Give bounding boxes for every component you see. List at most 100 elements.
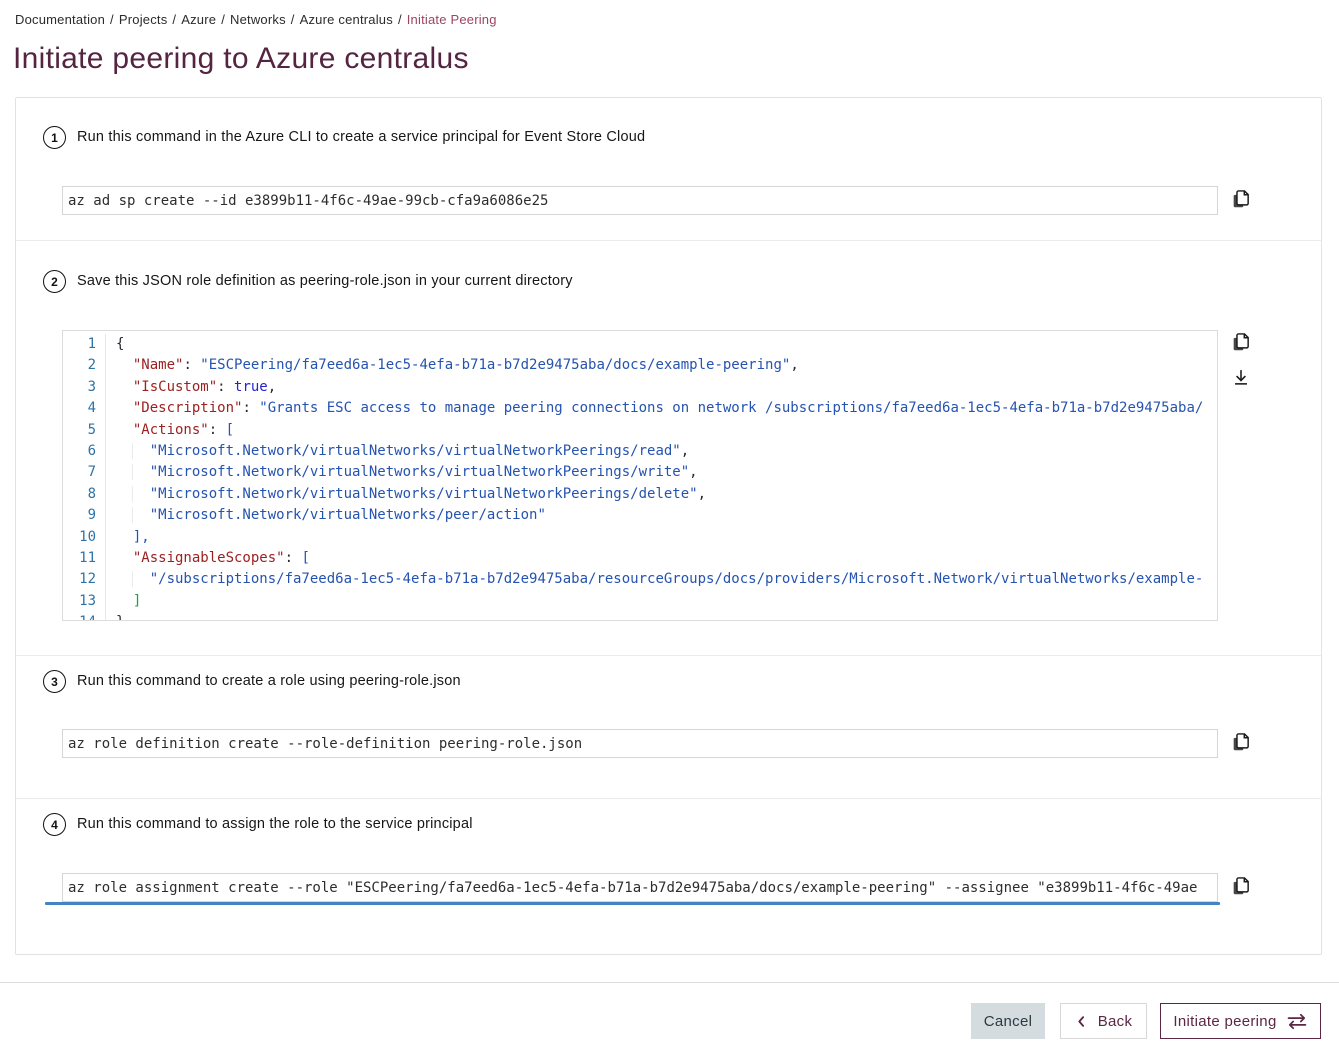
line-content: ] <box>116 593 141 609</box>
line-number: 11 <box>63 548 106 569</box>
breadcrumb-separator: / <box>393 12 407 27</box>
breadcrumb-item[interactable]: Networks <box>230 12 286 27</box>
code-token: "Microsoft.Network/virtualNetworks/virtu… <box>150 464 689 480</box>
indent-guide <box>116 464 133 480</box>
copy-button[interactable] <box>1229 188 1253 212</box>
code-token: , <box>790 357 798 373</box>
step-2-number-label: 2 <box>51 275 58 289</box>
step-4-number: 4 <box>43 813 66 836</box>
line-content: "Microsoft.Network/virtualNetworks/virtu… <box>116 443 689 459</box>
code-token: [ <box>301 550 309 566</box>
step-1-number-label: 1 <box>51 131 58 145</box>
code-token: "IsCustom" <box>133 379 217 395</box>
back-button[interactable]: Back <box>1060 1003 1147 1039</box>
code-line: 8 "Microsoft.Network/virtualNetworks/vir… <box>63 484 1217 505</box>
json-editor-lines: 1{2 "Name": "ESCPeering/fa7eed6a-1ec5-4e… <box>63 334 1217 621</box>
step-3-instruction: Run this command to create a role using … <box>77 673 461 689</box>
section-divider <box>16 655 1321 656</box>
breadcrumb: Documentation/Projects/Azure/Networks/Az… <box>15 12 497 27</box>
code-line: 1{ <box>63 334 1217 355</box>
copy-button[interactable] <box>1229 875 1253 899</box>
code-token: "Actions" <box>133 422 209 438</box>
step-3-code-box: az role definition create --role-definit… <box>62 729 1218 758</box>
code-line: 13 ] <box>63 591 1217 612</box>
indent-guide <box>116 571 133 587</box>
line-content: "Microsoft.Network/virtualNetworks/virtu… <box>116 486 706 502</box>
section-divider <box>16 240 1321 241</box>
chevron-left-icon <box>1075 1015 1088 1028</box>
indent-guide <box>116 507 133 523</box>
step-4-instruction: Run this command to assign the role to t… <box>77 816 473 832</box>
line-content: "Microsoft.Network/virtualNetworks/peer/… <box>116 507 546 523</box>
code-token: ] <box>133 593 141 609</box>
download-json-button[interactable] <box>1229 366 1253 390</box>
code-line: 14} <box>63 612 1217 621</box>
code-token: ], <box>133 529 150 545</box>
code-token: : <box>285 550 302 566</box>
code-token: "/subscriptions/fa7eed6a-1ec5-4efa-b71a-… <box>150 571 1204 587</box>
indent-guide <box>116 486 133 502</box>
code-token: "Microsoft.Network/virtualNetworks/virtu… <box>150 443 681 459</box>
horizontal-scrollbar[interactable] <box>45 902 1220 905</box>
step-4-code-box: az role assignment create --role "ESCPee… <box>62 873 1218 902</box>
copy-icon <box>1230 731 1252 756</box>
breadcrumb-separator: / <box>167 12 181 27</box>
line-content: "IsCustom": true, <box>116 379 276 395</box>
breadcrumb-separator: / <box>286 12 300 27</box>
code-token: "Microsoft.Network/virtualNetworks/virtu… <box>150 486 698 502</box>
line-number: 10 <box>63 527 106 548</box>
indent-guide <box>116 443 133 459</box>
line-number: 3 <box>63 377 106 398</box>
breadcrumb-item[interactable]: Azure centralus <box>300 12 393 27</box>
code-line: 12 "/subscriptions/fa7eed6a-1ec5-4efa-b7… <box>63 569 1217 590</box>
copy-json-button[interactable] <box>1229 331 1253 355</box>
breadcrumb-separator: / <box>105 12 119 27</box>
line-number: 2 <box>63 355 106 376</box>
code-token: "Description" <box>133 400 243 416</box>
code-line: 9 "Microsoft.Network/virtualNetworks/pee… <box>63 505 1217 526</box>
json-editor[interactable]: 1{2 "Name": "ESCPeering/fa7eed6a-1ec5-4e… <box>62 330 1218 621</box>
line-number: 4 <box>63 398 106 419</box>
line-number: 12 <box>63 569 106 590</box>
code-token: true <box>234 379 268 395</box>
copy-icon <box>1230 875 1252 900</box>
footer-divider <box>0 982 1339 983</box>
line-number: 6 <box>63 441 106 462</box>
step-3-number-label: 3 <box>51 675 58 689</box>
initiate-peering-button[interactable]: Initiate peering <box>1160 1003 1321 1039</box>
copy-icon <box>1230 188 1252 213</box>
breadcrumb-item[interactable]: Azure <box>181 12 216 27</box>
line-content: "Description": "Grants ESC access to man… <box>116 400 1203 416</box>
cancel-button[interactable]: Cancel <box>971 1003 1045 1039</box>
copy-button[interactable] <box>1229 731 1253 755</box>
copy-icon <box>1230 331 1252 356</box>
code-token: [ <box>226 422 234 438</box>
line-number: 5 <box>63 420 106 441</box>
step-1-code-box: az ad sp create --id e3899b11-4f6c-49ae-… <box>62 186 1218 215</box>
line-content: "Name": "ESCPeering/fa7eed6a-1ec5-4efa-b… <box>116 357 799 373</box>
download-icon <box>1230 366 1252 391</box>
swap-arrows-icon <box>1286 1013 1308 1030</box>
line-number: 13 <box>63 591 106 612</box>
line-number: 8 <box>63 484 106 505</box>
code-line: 3 "IsCustom": true, <box>63 377 1217 398</box>
code-line: 2 "Name": "ESCPeering/fa7eed6a-1ec5-4efa… <box>63 355 1217 376</box>
code-token: , <box>698 486 706 502</box>
code-line: 6 "Microsoft.Network/virtualNetworks/vir… <box>63 441 1217 462</box>
step-2-number: 2 <box>43 270 66 293</box>
initiate-peering-label: Initiate peering <box>1173 1013 1276 1030</box>
code-token: "Grants ESC access to manage peering con… <box>259 400 1203 416</box>
step-1-instruction: Run this command in the Azure CLI to cre… <box>77 129 645 145</box>
step-3-number: 3 <box>43 670 66 693</box>
code-token: : <box>242 400 259 416</box>
breadcrumb-item[interactable]: Documentation <box>15 12 105 27</box>
code-token: "Name" <box>133 357 184 373</box>
line-number: 7 <box>63 462 106 483</box>
breadcrumb-item[interactable]: Projects <box>119 12 168 27</box>
code-token: : <box>217 379 234 395</box>
line-content: { <box>116 336 124 352</box>
line-content: "Actions": [ <box>116 422 234 438</box>
code-token: } <box>116 614 124 621</box>
page-title: Initiate peering to Azure centralus <box>13 42 469 76</box>
step-1-number: 1 <box>43 126 66 149</box>
